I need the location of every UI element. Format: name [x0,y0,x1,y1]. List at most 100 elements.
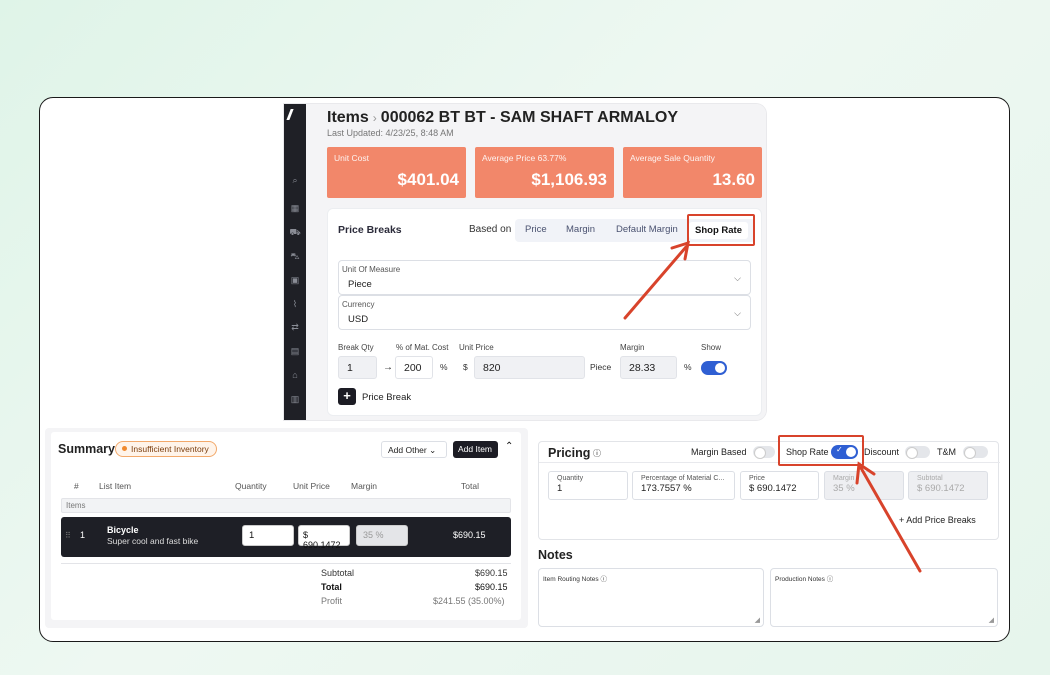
field-label: Item Routing Notes [543,576,599,583]
total-value: $690.15 [475,582,508,592]
unit-price-input[interactable]: $ 690.1472 [298,525,350,550]
item-routing-notes-textarea[interactable]: Item Routing Notes ⓘ ◢ [538,568,764,627]
show-toggle[interactable] [701,361,727,375]
tab-default-margin[interactable]: Default Margin [616,224,678,235]
highlight-box [687,214,755,246]
card-value: $1,106.93 [531,170,607,189]
storefront-icon[interactable]: ⌂ [289,369,301,381]
profit-value: $241.55 (35.00%) [433,596,505,606]
card-average-price: Average Price 63.77% $1,106.93 [475,147,614,198]
percent-symbol: % [440,362,448,372]
field-label: Quantity [557,475,584,482]
subtotal-label: Subtotal [321,568,355,578]
calculator-icon[interactable]: ▤ [289,345,301,357]
tab-margin[interactable]: Margin [566,224,595,235]
info-icon: ⓘ [826,576,834,583]
break-qty-input[interactable]: 1 [338,356,377,379]
info-icon: ⓘ [593,449,601,458]
card-label: Unit Cost [334,153,369,163]
unit-price-input[interactable]: 820 [474,356,585,379]
profit-label: Profit [321,596,343,606]
field-label: Subtotal [917,475,943,482]
dollar-symbol: $ [463,362,468,372]
production-notes-textarea[interactable]: Production Notes ⓘ ◢ [770,568,998,627]
warning-dot-icon [122,446,127,451]
add-item-button[interactable]: Add Item [453,441,498,458]
margin-input[interactable]: 35 % [356,525,408,546]
margin-based-toggle[interactable] [753,446,775,458]
badge-label: Insufficient Inventory [131,444,209,454]
field-label: Margin [833,475,855,482]
discount-toggle[interactable] [905,446,930,458]
col-margin: Margin [620,343,645,352]
pct-mat-cost-input[interactable]: 200 [395,356,433,379]
col-unit-price: Unit Price [459,343,494,352]
last-updated: Last Updated: 4/23/25, 8:48 AM [327,128,454,138]
unit-label: Piece [590,362,612,372]
col-show: Show [701,343,722,352]
pricing-panel: Pricing ⓘ Margin Based Shop Rate ✓ Disco… [538,441,1000,540]
item-page-panel: // ⌕ ▦ ⛟ ⛍ ▣ ⌇ ⇄ ▤ ⌂ ▥ Items › 000062 BT B… [284,104,766,420]
card-average-sale-quantity: Average Sale Quantity 13.60 [623,147,762,198]
resize-handle-icon[interactable]: ◢ [755,616,760,624]
arrow-right-icon: → [383,362,393,373]
field-value: USD [348,314,369,325]
quantity-input[interactable]: 1 [242,525,294,546]
col-break-qty: Break Qty [338,343,374,352]
highlight-box [778,435,864,466]
tab-price[interactable]: Price [525,224,547,235]
drag-handle-icon[interactable]: ⠿ [65,531,71,540]
card-label: Average Price 63.77% [482,153,567,163]
chevron-up-icon[interactable]: ⌃ [505,441,513,452]
search-icon[interactable]: ⌕ [289,174,301,186]
discount-label: Discount [864,447,900,457]
add-other-label: Add Other [388,445,427,455]
margin-based-label: Margin Based [691,447,747,457]
add-price-breaks-button[interactable]: + Add Price Breaks [899,515,976,525]
field-label: Currency [342,300,375,309]
field-label: Unit Of Measure [342,265,401,274]
notes-heading: Notes [538,548,573,562]
breadcrumb-items[interactable]: Items [327,109,369,126]
field-value: 173.7557 % [641,483,692,494]
grid-icon[interactable]: ▦ [289,202,301,214]
add-price-break-button[interactable]: + [338,388,356,405]
quantity-field[interactable]: Quantity 1 [548,471,628,500]
table-row[interactable]: ⠿ 1 Bicycle Super cool and fast bike 1 $… [61,517,511,557]
pct-material-field[interactable]: Percentage of Material C... 173.7557 % [632,471,735,500]
chevron-down-icon: ⌵ [734,273,741,283]
cart-icon[interactable]: ⛟ [289,226,301,238]
card-label: Average Sale Quantity [630,153,715,163]
margin-percent-symbol: % [684,362,692,372]
chevron-right-icon: › [372,111,377,125]
sidebar-rail: // ⌕ ▦ ⛟ ⛍ ▣ ⌇ ⇄ ▤ ⌂ ▥ [284,104,306,420]
currency-select[interactable]: Currency USD ⌵ [338,295,751,330]
bar-chart-icon[interactable]: ▥ [289,393,301,405]
tm-toggle[interactable] [963,446,988,458]
add-price-break-label[interactable]: Price Break [362,392,411,403]
app-logo-icon[interactable]: // [287,108,303,124]
col-quantity: Quantity [235,481,267,491]
col-unit-price: Unit Price [293,481,330,491]
price-field[interactable]: Price $ 690.1472 [740,471,819,500]
add-other-button[interactable]: Add Other ⌄ [381,441,447,458]
items-group-header: Items [61,498,511,513]
summary-heading: Summary [58,442,115,456]
item-title: 000062 BT BT - SAM SHAFT ARMALOY [380,109,679,126]
item-name: Bicycle [107,525,139,535]
col-list-item: List Item [99,481,132,491]
calendar-icon[interactable]: ▣ [289,274,301,286]
item-main: Items › 000062 BT BT - SAM SHAFT ARMALOY L… [306,104,766,420]
field-value: 1 [557,483,563,494]
margin-field: Margin 35 % [824,471,904,500]
transfer-icon[interactable]: ⇄ [289,321,301,333]
margin-input[interactable]: 28.33 [620,356,677,379]
resize-handle-icon[interactable]: ◢ [989,616,994,624]
summary-panel-shot: Summary Insufficient Inventory Add Other… [45,428,528,628]
unit-of-measure-select[interactable]: Unit Of Measure Piece ⌵ [338,260,751,295]
field-label: Production Notes [775,576,825,583]
price-breaks-heading: Price Breaks [338,224,402,236]
truck-icon[interactable]: ⛍ [289,250,301,262]
page-title: Items › 000062 BT BT - SAM SHAFT ARMALOY [327,109,678,127]
activity-icon[interactable]: ⌇ [289,298,301,310]
